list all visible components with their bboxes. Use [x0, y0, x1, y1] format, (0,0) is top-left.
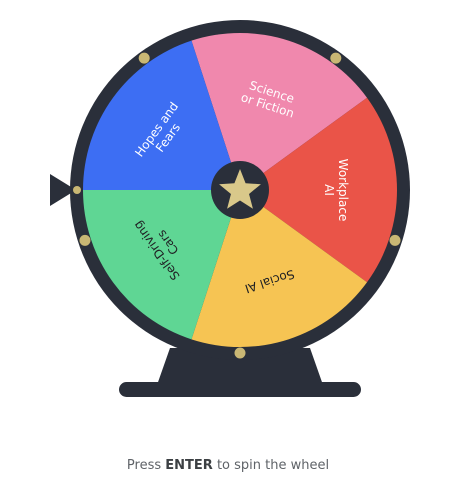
stand-base: [119, 382, 361, 397]
hint-prefix: Press: [126, 458, 162, 473]
wheel-peg: [330, 52, 342, 64]
wheel-peg: [234, 347, 246, 359]
hint-key: ENTER: [165, 458, 213, 473]
hint-suffix: to spin the wheel: [216, 458, 330, 473]
wheel-peg: [79, 234, 91, 246]
wheel-peg: [389, 234, 401, 246]
wheel-peg: [138, 52, 150, 64]
spin-wheel-game: Scienceor FictionWorkplaceAISocial AISel…: [50, 20, 410, 397]
spin-instruction: Press ENTER to spin the wheel: [0, 458, 456, 473]
